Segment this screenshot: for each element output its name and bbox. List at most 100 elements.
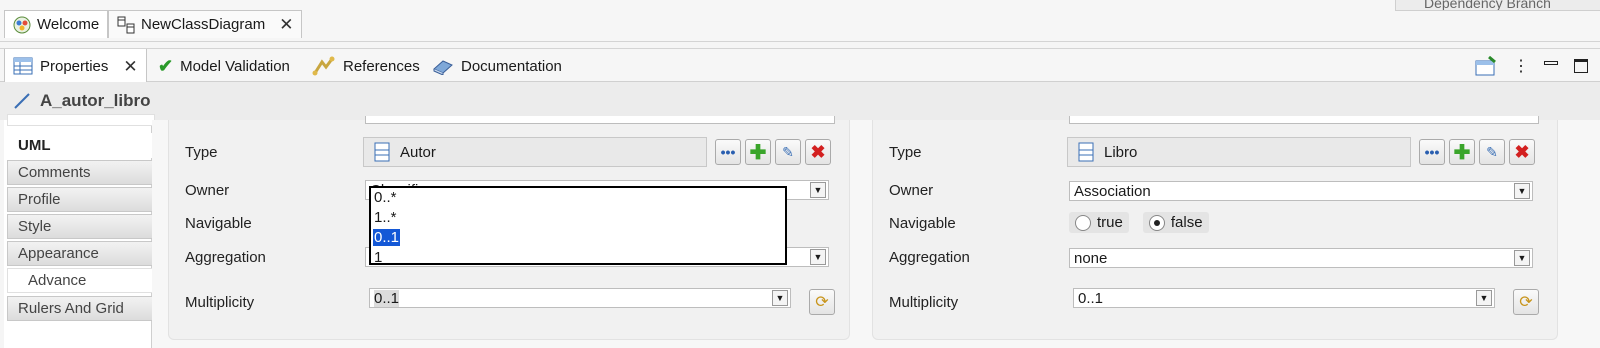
radio-unchecked-icon: [1075, 214, 1091, 231]
tab-model-validation[interactable]: ✔ Model Validation: [150, 49, 298, 83]
chevron-down-icon[interactable]: ▼: [1476, 290, 1492, 306]
sidebar-item-label: Profile: [18, 191, 61, 208]
browse-button[interactable]: •••: [715, 139, 741, 165]
type-label: Type: [185, 144, 218, 161]
sidebar-item-rulers-and-grid[interactable]: Rulers And Grid: [7, 296, 155, 321]
radio-label: true: [1097, 214, 1123, 231]
properties-icon: [13, 57, 33, 75]
view-menu-icon[interactable]: ⋮: [1513, 56, 1529, 76]
add-button[interactable]: ✚: [745, 139, 771, 165]
sidebar-item-profile[interactable]: Profile: [7, 187, 155, 212]
aggregation-label: Aggregation: [889, 249, 970, 266]
tab-documentation[interactable]: Documentation: [424, 49, 570, 83]
delete-icon: ✖: [1514, 141, 1530, 162]
dropdown-option-label: 0..*: [374, 189, 397, 206]
multiplicity-refresh-button[interactable]: ⟳: [1513, 289, 1539, 315]
sidebar-item-style[interactable]: Style: [7, 214, 155, 239]
sidebar-item-comments[interactable]: Comments: [7, 160, 155, 185]
close-icon[interactable]: ✕: [279, 16, 293, 33]
more-icon: •••: [720, 144, 736, 160]
browse-button[interactable]: •••: [1419, 139, 1445, 165]
class-diagram-icon: [117, 16, 135, 33]
type-value: Libro: [1104, 143, 1138, 161]
pin-view-icon[interactable]: [1475, 56, 1497, 76]
edit-button[interactable]: ✎: [775, 139, 801, 165]
dropdown-option[interactable]: 1..*: [371, 208, 785, 228]
owner-combo[interactable]: Association ▼: [1069, 181, 1533, 201]
add-button[interactable]: ✚: [1449, 139, 1475, 165]
sidebar-item-label: Advance: [28, 272, 87, 289]
target-end-panel: Type Libro ••• ✚ ✎ ✖ Owner Association ▼…: [872, 116, 1558, 340]
source-end-panel: Type Autor ••• ✚ ✎ ✖ Owner Classifier ▼ …: [168, 116, 850, 340]
owner-label: Owner: [185, 182, 230, 199]
navigable-radio-group: true false: [1069, 212, 1209, 233]
navigable-label: Navigable: [185, 215, 252, 232]
pencil-icon: ✎: [782, 143, 794, 160]
tab-documentation-label: Documentation: [461, 57, 562, 75]
dependency-branch-label: Dependency Branch: [1424, 0, 1551, 11]
multiplicity-combo[interactable]: 0..1 ▼: [1073, 288, 1495, 308]
radio-checked-icon: [1148, 214, 1165, 231]
delete-button[interactable]: ✖: [1509, 139, 1535, 165]
view-tab-bar: Properties ✕ ✔ Model Validation Referenc…: [0, 48, 1600, 83]
sidebar-spacer: [7, 114, 155, 126]
class-icon: [374, 142, 390, 162]
chevron-down-icon[interactable]: ▼: [810, 249, 826, 265]
sidebar-item-label: UML: [18, 137, 51, 154]
dropdown-option[interactable]: 1: [371, 248, 785, 265]
editor-tab-bar: Welcome NewClassDiagram ✕ Dependency Bra…: [0, 0, 1600, 42]
tab-welcome[interactable]: Welcome: [4, 10, 109, 38]
maximize-icon[interactable]: [1574, 59, 1588, 73]
plus-icon: ✚: [1453, 141, 1471, 164]
sidebar-item-appearance[interactable]: Appearance: [7, 241, 155, 266]
multiplicity-combo[interactable]: 0..1 ▼: [369, 288, 791, 308]
dropdown-option[interactable]: 0..*: [371, 188, 785, 208]
sidebar-item-advance[interactable]: Advance: [7, 268, 155, 293]
sidebar-item-uml[interactable]: UML: [7, 133, 155, 158]
plus-icon: ✚: [749, 141, 767, 164]
dependency-branch-tool[interactable]: Dependency Branch: [1395, 0, 1600, 11]
multiplicity-label: Multiplicity: [185, 294, 255, 311]
delete-button[interactable]: ✖: [805, 139, 831, 165]
aggregation-label: Aggregation: [185, 249, 266, 266]
multiplicity-dropdown-list[interactable]: 0..* 1..* 0..1 1: [369, 186, 787, 265]
navigable-false-radio[interactable]: false: [1142, 212, 1209, 233]
aggregation-combo[interactable]: none ▼: [1069, 248, 1533, 268]
properties-sidebar: UML Comments Profile Style Appearance Ad…: [4, 114, 155, 348]
type-field[interactable]: Autor: [363, 137, 707, 167]
chevron-down-icon[interactable]: ▼: [1514, 250, 1530, 266]
class-icon: [1078, 142, 1094, 162]
refresh-icon: ⟳: [1519, 294, 1533, 311]
navigable-true-radio[interactable]: true: [1069, 212, 1129, 233]
more-icon: •••: [1424, 144, 1440, 160]
tab-properties[interactable]: Properties ✕: [4, 49, 147, 83]
tab-properties-label: Properties: [40, 57, 109, 75]
tab-welcome-label: Welcome: [37, 16, 100, 33]
chevron-down-icon[interactable]: ▼: [772, 290, 788, 306]
dropdown-option-label: 1: [374, 249, 383, 265]
page-title: A_autor_libro: [40, 91, 151, 110]
view-toolbar: ⋮: [1475, 49, 1600, 83]
tab-model-validation-label: Model Validation: [180, 57, 290, 75]
dropdown-option-label: 1..*: [374, 209, 397, 226]
multiplicity-label: Multiplicity: [889, 294, 959, 311]
name-field-edge: [365, 116, 835, 124]
sidebar-item-label: Rulers And Grid: [18, 300, 124, 317]
association-icon: [14, 93, 30, 109]
refresh-icon: ⟳: [815, 294, 829, 311]
pencil-icon: ✎: [1486, 143, 1498, 160]
dropdown-option-selected[interactable]: 0..1: [371, 228, 785, 248]
multiplicity-refresh-button[interactable]: ⟳: [809, 289, 835, 315]
sidebar-item-label: Style: [18, 218, 52, 235]
close-icon[interactable]: ✕: [123, 58, 137, 75]
type-field[interactable]: Libro: [1067, 137, 1411, 167]
name-field-edge: [1069, 116, 1539, 124]
owner-label: Owner: [889, 182, 934, 199]
chevron-down-icon[interactable]: ▼: [1514, 183, 1530, 199]
welcome-icon: [13, 16, 31, 33]
edit-button[interactable]: ✎: [1479, 139, 1505, 165]
tab-references[interactable]: References: [304, 49, 428, 83]
chevron-down-icon[interactable]: ▼: [810, 182, 826, 198]
minimize-icon[interactable]: [1544, 61, 1558, 65]
tab-new-class-diagram[interactable]: NewClassDiagram ✕: [108, 10, 303, 38]
